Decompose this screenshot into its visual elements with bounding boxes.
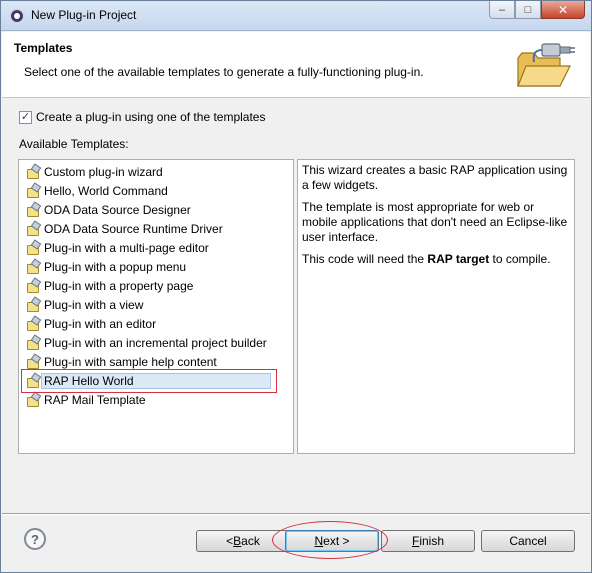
finish-mnemonic: F	[411, 534, 420, 548]
window-title: New Plug-in Project	[31, 8, 137, 22]
plugin-icon	[25, 354, 41, 370]
plugin-icon	[25, 221, 41, 237]
rap-target-text: RAP target	[427, 252, 490, 266]
back-mnemonic: B	[233, 534, 242, 548]
cancel-button[interactable]: Cancel	[481, 530, 575, 552]
plugin-icon	[25, 392, 41, 408]
plugin-icon	[25, 297, 41, 313]
use-template-checkbox-row[interactable]: ✓ Create a plug-in using one of the temp…	[19, 110, 265, 124]
plugin-icon	[25, 202, 41, 218]
next-annotation-ellipse	[272, 521, 388, 559]
template-label: Plug-in with a popup menu	[44, 259, 187, 274]
finish-rest: inish	[419, 534, 445, 548]
description-paragraph: This code will need the RAP target to co…	[302, 252, 570, 267]
page-title: Templates	[14, 41, 73, 55]
plugin-icon	[25, 164, 41, 180]
close-button[interactable]: ✕	[541, 1, 585, 19]
plugin-icon	[25, 278, 41, 294]
template-label: Plug-in with a view	[44, 297, 144, 312]
list-item[interactable]: Custom plug-in wizard	[19, 162, 293, 181]
list-item[interactable]: Plug-in with a view	[19, 295, 293, 314]
back-prefix: <	[226, 534, 234, 548]
plugin-icon	[25, 183, 41, 199]
plugin-icon	[25, 240, 41, 256]
template-label: ODA Data Source Designer	[44, 202, 191, 217]
window-controls: – □ ✕	[489, 1, 585, 21]
description-paragraph: This wizard creates a basic RAP applicat…	[302, 163, 568, 192]
description-paragraph: The template is most appropriate for web…	[302, 200, 568, 244]
template-label: Custom plug-in wizard	[44, 164, 163, 179]
template-label: Plug-in with a property page	[44, 278, 194, 293]
template-label: Hello, World Command	[44, 183, 168, 198]
use-template-checkbox[interactable]: ✓	[19, 110, 32, 124]
new-plugin-project-dialog: New Plug-in Project – □ ✕ Templates Sele…	[0, 0, 592, 573]
template-label: RAP Mail Template	[44, 392, 146, 407]
page-description: Select one of the available templates to…	[24, 65, 424, 79]
footer-separator	[2, 513, 590, 515]
maximize-button[interactable]: □	[515, 1, 541, 19]
finish-button[interactable]: Finish	[381, 530, 475, 552]
template-label: Plug-in with an incremental project buil…	[44, 335, 267, 350]
use-template-label: Create a plug-in using one of the templa…	[36, 110, 266, 124]
template-label: Plug-in with sample help content	[44, 354, 217, 369]
title-bar[interactable]: New Plug-in Project – □ ✕	[1, 1, 591, 31]
list-item[interactable]: Plug-in with a multi-page editor	[19, 238, 293, 257]
eclipse-icon	[9, 8, 25, 24]
list-item[interactable]: Hello, World Command	[19, 181, 293, 200]
help-icon[interactable]: ?	[24, 528, 46, 550]
list-item[interactable]: Plug-in with an incremental project buil…	[19, 333, 293, 352]
description-text: This code will need the	[302, 252, 428, 266]
plugin-icon	[25, 335, 41, 351]
template-label: Plug-in with a multi-page editor	[44, 240, 209, 255]
template-label: Plug-in with an editor	[44, 316, 157, 331]
description-text: to compile.	[489, 252, 551, 266]
list-item[interactable]: Plug-in with a property page	[19, 276, 293, 295]
templates-list[interactable]: Custom plug-in wizard Hello, World Comma…	[18, 159, 294, 454]
plugin-icon	[25, 316, 41, 332]
list-item[interactable]: Plug-in with a popup menu	[19, 257, 293, 276]
list-item[interactable]: Plug-in with an editor	[19, 314, 293, 333]
minimize-button[interactable]: –	[489, 1, 515, 19]
plugin-folder-banner-icon	[517, 43, 575, 87]
template-label: ODA Data Source Runtime Driver	[44, 221, 223, 236]
template-description-panel: This wizard creates a basic RAP applicat…	[297, 159, 575, 454]
list-item[interactable]: ODA Data Source Runtime Driver	[19, 219, 293, 238]
selection-annotation-box	[21, 369, 277, 393]
back-rest: ack	[241, 534, 260, 548]
available-templates-label: Available Templates:	[19, 137, 129, 151]
list-item[interactable]: ODA Data Source Designer	[19, 200, 293, 219]
wizard-header: Templates Select one of the available te…	[2, 32, 590, 98]
plugin-icon	[25, 259, 41, 275]
